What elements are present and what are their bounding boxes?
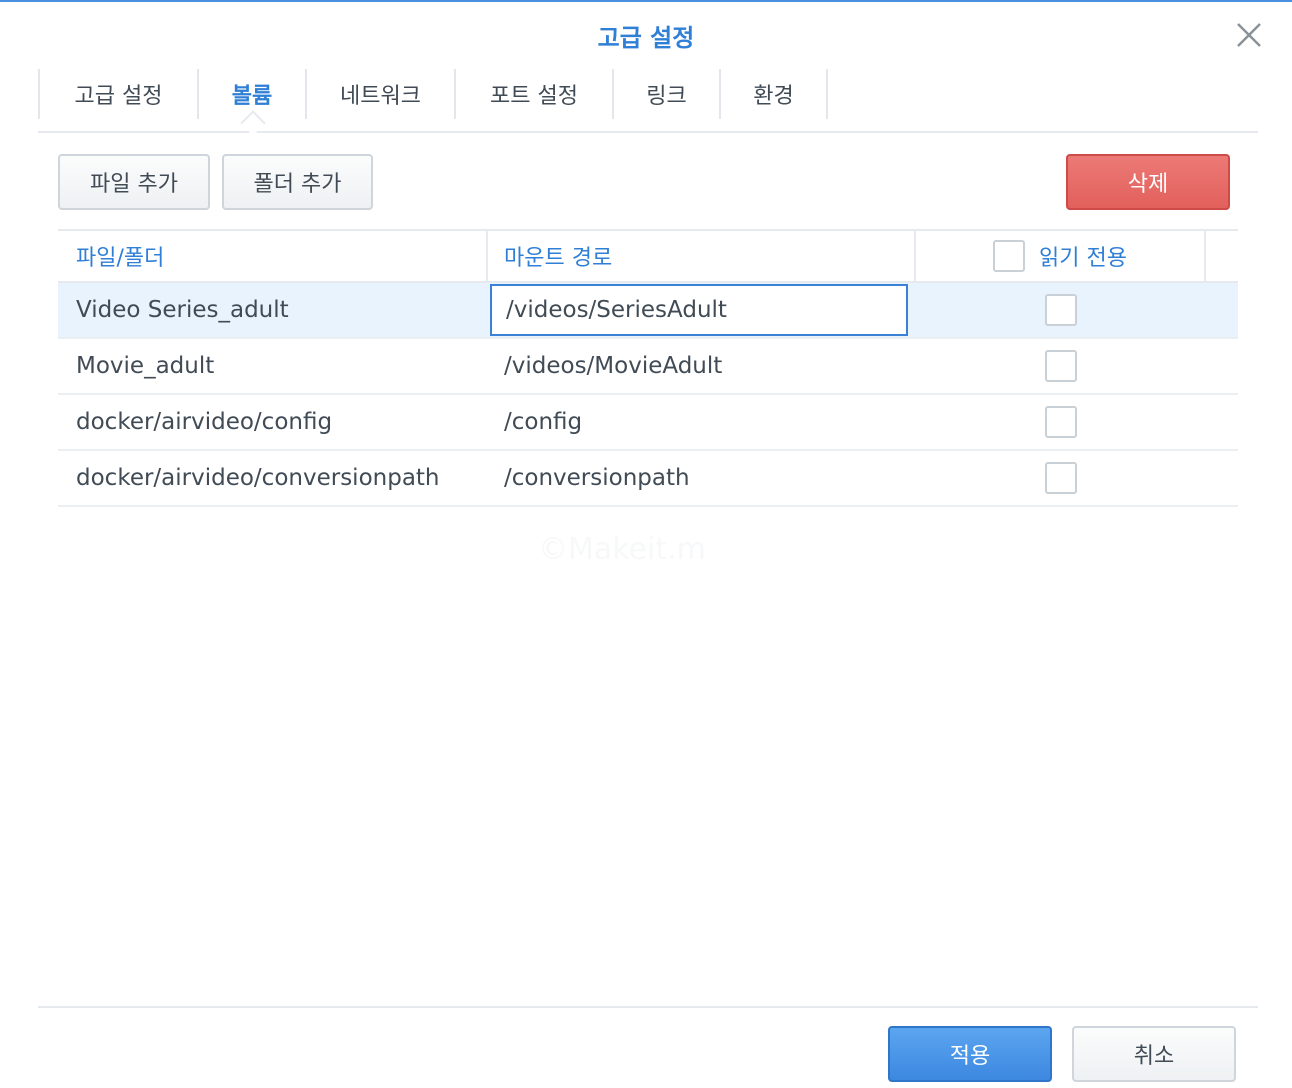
column-header-mount-path[interactable]: 마운트 경로 [488,231,916,281]
tab-label: 네트워크 [340,84,421,109]
mount-path-cell[interactable]: /videos/MovieAdult [488,339,916,393]
read-only-cell [916,283,1206,337]
tab-advanced-settings[interactable]: 고급 설정 [38,69,197,119]
add-file-button[interactable]: 파일 추가 [58,154,210,210]
tab-volume[interactable]: 볼륨 [197,69,305,136]
column-header-file-folder[interactable]: 파일/폴더 [58,231,488,281]
column-header-read-only: 읽기 전용 [916,231,1206,281]
column-header-spacer [1206,231,1238,281]
read-only-cell [916,451,1206,505]
footer-divider [38,1006,1258,1008]
select-all-read-only-checkbox[interactable] [993,240,1026,272]
file-folder-cell: docker/airvideo/config [76,409,333,435]
table-row[interactable]: docker/airvideo/conversionpath /conversi… [58,451,1238,507]
file-folder-cell: docker/airvideo/conversionpath [76,465,440,491]
mount-path-cell[interactable]: /videos/SeriesAdult [488,283,916,337]
table-row[interactable]: Movie_adult /videos/MovieAdult [58,339,1238,395]
tab-environment[interactable]: 환경 [719,69,828,119]
tab-network[interactable]: 네트워크 [305,69,454,119]
read-only-checkbox[interactable] [1045,462,1077,494]
volume-table: 파일/폴더 마운트 경로 읽기 전용 Video Series_adult /v… [58,229,1238,507]
mount-path-editor[interactable]: /videos/SeriesAdult [490,284,908,336]
table-row[interactable]: docker/airvideo/config /config [58,395,1238,451]
tab-label: 환경 [753,84,794,109]
read-only-checkbox[interactable] [1045,294,1077,326]
advanced-settings-dialog: 고급 설정 고급 설정 볼륨 네트워크 포트 설정 링크 환경 파일 추가 폴더… [0,0,1292,1088]
file-folder-cell: Movie_adult [76,353,215,379]
tab-label: 포트 설정 [490,84,578,109]
read-only-checkbox[interactable] [1045,406,1077,438]
mount-path-cell[interactable]: /conversionpath [488,451,916,505]
tab-label: 링크 [646,84,687,109]
cancel-button[interactable]: 취소 [1072,1026,1236,1082]
table-header: 파일/폴더 마운트 경로 읽기 전용 [58,229,1238,283]
tab-port-settings[interactable]: 포트 설정 [454,69,612,119]
active-tab-caret [240,110,266,136]
dialog-title: 고급 설정 [597,24,695,52]
read-only-cell [916,395,1206,449]
read-only-checkbox[interactable] [1045,350,1077,382]
mount-path-cell[interactable]: /config [488,395,916,449]
file-folder-cell: Video Series_adult [76,297,289,323]
tab-bar: 고급 설정 볼륨 네트워크 포트 설정 링크 환경 [38,69,1258,136]
read-only-header-label: 읽기 전용 [1039,246,1127,271]
table-row[interactable]: Video Series_adult /videos/SeriesAdult [58,283,1238,339]
read-only-cell [916,339,1206,393]
tab-label: 볼륨 [231,84,273,109]
watermark: ©Makeit.m [538,532,706,567]
delete-button[interactable]: 삭제 [1066,154,1230,210]
add-folder-button[interactable]: 폴더 추가 [222,154,373,210]
apply-button[interactable]: 적용 [888,1026,1052,1082]
tab-label: 고급 설정 [74,84,163,109]
close-icon[interactable] [1234,20,1264,50]
tab-links[interactable]: 링크 [612,69,719,119]
